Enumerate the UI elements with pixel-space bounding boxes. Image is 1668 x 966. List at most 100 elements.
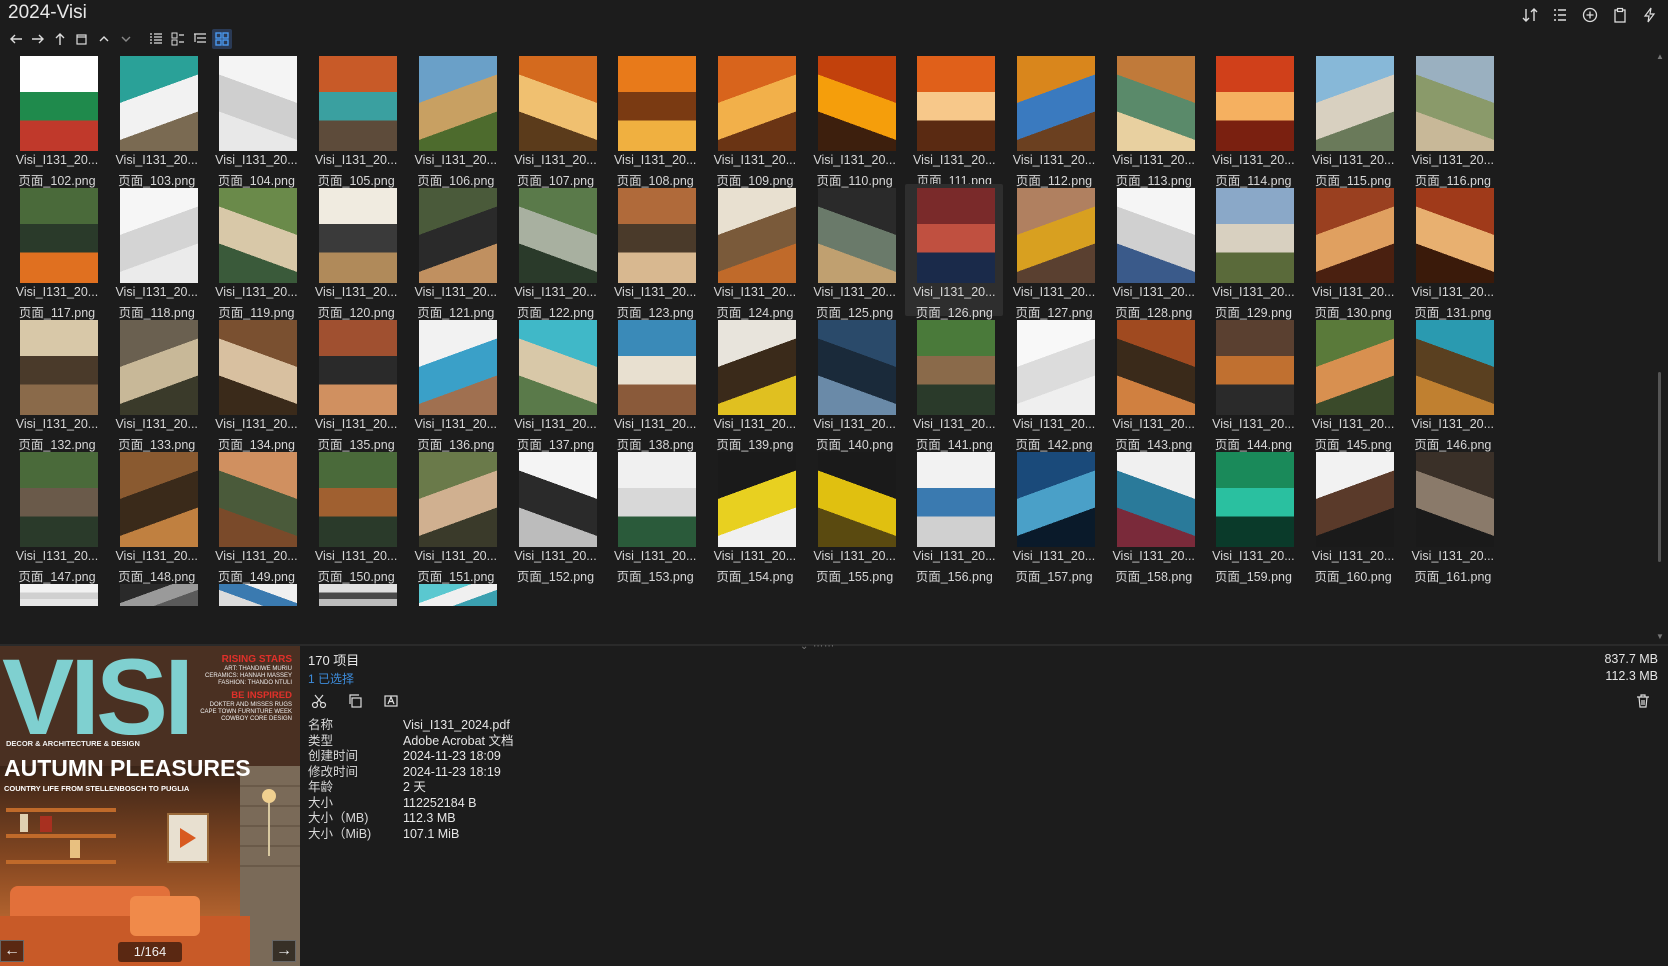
file-tile[interactable]: Visi_I131_20... 页面_144.png [1204, 316, 1302, 452]
file-tile[interactable]: Visi_I131_20... 页面_130.png [1304, 184, 1402, 320]
clipboard-icon[interactable] [1608, 4, 1632, 26]
property-key: 大小（MB) [308, 811, 369, 825]
file-tile[interactable]: Visi_I131_20... 页面_104.png [207, 52, 305, 188]
detail-view-icon[interactable] [168, 29, 188, 49]
thumbnail-image [319, 188, 398, 283]
file-tile[interactable] [307, 580, 405, 640]
file-tile[interactable]: Visi_I131_20... 页面_125.png [806, 184, 904, 320]
file-tile[interactable]: Visi_I131_20... 页面_142.png [1005, 316, 1103, 452]
file-tile[interactable]: Visi_I131_20... 页面_157.png [1005, 448, 1103, 584]
rename-icon[interactable] [380, 690, 402, 712]
file-tile[interactable]: Visi_I131_20... 页面_123.png [606, 184, 704, 320]
forward-arrow-icon[interactable] [28, 29, 48, 49]
file-tile[interactable]: Visi_I131_20... 页面_111.png [905, 52, 1003, 188]
tree-view-icon[interactable] [190, 29, 210, 49]
file-tile[interactable]: Visi_I131_20... 页面_118.png [108, 184, 206, 320]
thumbnail-image [418, 56, 497, 151]
scroll-down-icon[interactable]: ▼ [1656, 632, 1664, 641]
up-arrow-icon[interactable] [50, 29, 70, 49]
file-tile[interactable]: Visi_I131_20... 页面_106.png [407, 52, 505, 188]
file-tile[interactable]: Visi_I131_20... 页面_105.png [307, 52, 405, 188]
sort-icon[interactable] [1518, 4, 1542, 26]
file-tile[interactable]: Visi_I131_20... 页面_137.png [507, 316, 605, 452]
file-tile[interactable]: Visi_I131_20... 页面_159.png [1204, 448, 1302, 584]
file-name-line-2: 页面_159.png [1214, 570, 1292, 584]
file-tile[interactable]: Visi_I131_20... 页面_134.png [207, 316, 305, 452]
list-view-icon[interactable] [146, 29, 166, 49]
file-tile[interactable]: Visi_I131_20... 页面_154.png [706, 448, 804, 584]
file-tile[interactable]: Visi_I131_20... 页面_149.png [207, 448, 305, 584]
file-tile[interactable] [407, 580, 505, 640]
file-tile[interactable]: Visi_I131_20... 页面_145.png [1304, 316, 1402, 452]
file-tile[interactable]: Visi_I131_20... 页面_146.png [1404, 316, 1502, 452]
file-tile[interactable]: Visi_I131_20... 页面_139.png [706, 316, 804, 452]
chevron-down-icon[interactable] [116, 29, 136, 49]
list-icon[interactable] [1548, 4, 1572, 26]
file-tile[interactable] [12, 580, 106, 640]
add-circle-icon[interactable] [1578, 4, 1602, 26]
file-name-line-2: 页面_156.png [915, 570, 993, 584]
file-tile[interactable]: Visi_I131_20... 页面_143.png [1105, 316, 1203, 452]
action-buttons [308, 690, 402, 712]
file-tile[interactable]: Visi_I131_20... 页面_151.png [407, 448, 505, 584]
file-tile[interactable]: Visi_I131_20... 页面_131.png [1404, 184, 1502, 320]
thumbnail-image [817, 188, 896, 283]
file-tile[interactable] [207, 580, 305, 640]
file-tile[interactable]: Visi_I131_20... 页面_121.png [407, 184, 505, 320]
file-tile[interactable]: Visi_I131_20... 页面_103.png [108, 52, 206, 188]
vertical-scrollbar[interactable]: ▲ ▼ [1656, 52, 1664, 642]
file-tile[interactable]: Visi_I131_20... 页面_135.png [307, 316, 405, 452]
file-tile[interactable]: Visi_I131_20... 页面_132.png [12, 316, 106, 452]
file-tile[interactable]: Visi_I131_20... 页面_117.png [12, 184, 106, 320]
file-tile[interactable] [108, 580, 206, 640]
file-tile[interactable]: Visi_I131_20... 页面_107.png [507, 52, 605, 188]
file-tile[interactable]: Visi_I131_20... 页面_115.png [1304, 52, 1402, 188]
file-tile[interactable]: Visi_I131_20... 页面_120.png [307, 184, 405, 320]
file-tile[interactable]: Visi_I131_20... 页面_148.png [108, 448, 206, 584]
file-tile[interactable]: Visi_I131_20... 页面_119.png [207, 184, 305, 320]
cut-icon[interactable] [308, 690, 330, 712]
file-tile[interactable]: Visi_I131_20... 页面_161.png [1404, 448, 1502, 584]
file-tile[interactable]: Visi_I131_20... 页面_108.png [606, 52, 704, 188]
file-tile[interactable]: Visi_I131_20... 页面_124.png [706, 184, 804, 320]
file-tile[interactable]: Visi_I131_20... 页面_128.png [1105, 184, 1203, 320]
file-tile[interactable]: Visi_I131_20... 页面_122.png [507, 184, 605, 320]
next-page-button[interactable]: → [272, 940, 296, 962]
new-window-icon[interactable] [72, 29, 92, 49]
file-tile[interactable]: Visi_I131_20... 页面_102.png [12, 52, 106, 188]
file-tile[interactable]: Visi_I131_20... 页面_116.png [1404, 52, 1502, 188]
splitter-grip-icon[interactable]: ⌄ ⋯⋯ [800, 641, 835, 652]
file-tile[interactable]: Visi_I131_20... 页面_110.png [806, 52, 904, 188]
file-tile[interactable]: Visi_I131_20... 页面_129.png [1204, 184, 1302, 320]
scrollbar-thumb[interactable] [1658, 372, 1661, 562]
file-tile[interactable]: Visi_I131_20... 页面_126.png [905, 184, 1004, 320]
scroll-up-icon[interactable]: ▲ [1656, 52, 1664, 61]
file-tile[interactable]: Visi_I131_20... 页面_158.png [1105, 448, 1203, 584]
file-tile[interactable]: Visi_I131_20... 页面_140.png [806, 316, 904, 452]
file-tile[interactable]: Visi_I131_20... 页面_150.png [307, 448, 405, 584]
file-tile[interactable]: Visi_I131_20... 页面_133.png [108, 316, 206, 452]
flash-icon[interactable] [1638, 4, 1662, 26]
file-tile[interactable]: Visi_I131_20... 页面_160.png [1304, 448, 1402, 584]
selected-count[interactable]: 1 已选择 [308, 670, 359, 687]
file-tile[interactable]: Visi_I131_20... 页面_152.png [507, 448, 605, 584]
thumbnail-image [119, 56, 198, 151]
file-tile[interactable]: Visi_I131_20... 页面_127.png [1005, 184, 1103, 320]
copy-icon[interactable] [344, 690, 366, 712]
delete-icon[interactable] [1632, 690, 1654, 712]
back-arrow-icon[interactable] [6, 29, 26, 49]
file-tile[interactable]: Visi_I131_20... 页面_136.png [407, 316, 505, 452]
grid-view-icon[interactable] [212, 29, 232, 49]
file-tile[interactable]: Visi_I131_20... 页面_153.png [606, 448, 704, 584]
chevron-up-icon[interactable] [94, 29, 114, 49]
file-tile[interactable]: Visi_I131_20... 页面_112.png [1005, 52, 1103, 188]
file-tile[interactable]: Visi_I131_20... 页面_141.png [905, 316, 1003, 452]
file-tile[interactable]: Visi_I131_20... 页面_138.png [606, 316, 704, 452]
prev-page-button[interactable]: ← [0, 940, 24, 962]
file-tile[interactable]: Visi_I131_20... 页面_113.png [1105, 52, 1203, 188]
file-tile[interactable]: Visi_I131_20... 页面_156.png [905, 448, 1003, 584]
file-tile[interactable]: Visi_I131_20... 页面_114.png [1204, 52, 1302, 188]
file-tile[interactable]: Visi_I131_20... 页面_155.png [806, 448, 904, 584]
file-tile[interactable]: Visi_I131_20... 页面_109.png [706, 52, 804, 188]
file-tile[interactable]: Visi_I131_20... 页面_147.png [12, 448, 106, 584]
